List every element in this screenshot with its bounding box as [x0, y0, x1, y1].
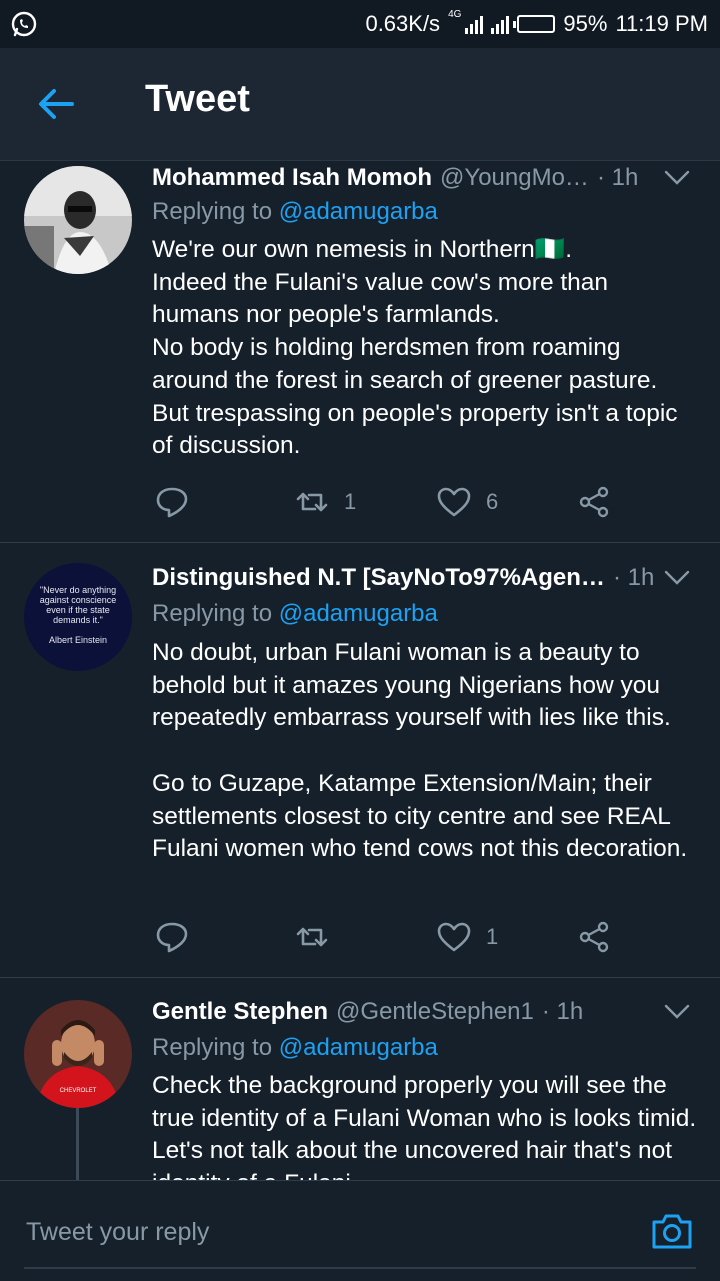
reply-bar	[0, 1180, 720, 1281]
tweet-time: · 1h	[612, 564, 655, 591]
avatar[interactable]: "Never do anything against conscience ev…	[24, 563, 132, 671]
avatar-quote: "Never do anything against conscience ev…	[39, 585, 117, 625]
replying-to: Replying to @adamugarba	[152, 600, 438, 628]
reply-underline	[24, 1267, 696, 1269]
network-speed: 0.63K/s	[365, 11, 441, 36]
retweet-icon	[296, 492, 328, 512]
arrow-left-icon[interactable]	[36, 86, 76, 122]
retweet-icon	[296, 927, 328, 947]
status-bar: 0.63K/s 4G 95% 11:19 PM	[0, 0, 720, 48]
battery-percent: 95%	[563, 11, 608, 36]
signal-icon	[465, 14, 484, 34]
mention-link[interactable]: @adamugarba	[279, 600, 438, 627]
chevron-down-icon[interactable]	[664, 1004, 690, 1020]
avatar[interactable]	[24, 166, 132, 274]
network-type: 4G	[448, 8, 462, 20]
avatar-badge: CHEVROLET	[59, 1088, 97, 1094]
app-header: Tweet	[0, 48, 720, 161]
chevron-down-icon[interactable]	[664, 570, 690, 586]
replying-label: Replying to	[152, 198, 273, 225]
retweet-button[interactable]: 1	[294, 482, 356, 522]
clock: 11:19 PM	[615, 11, 708, 36]
tweet-item[interactable]: CHEVROLET Gentle Stephen @GentleStephen1…	[0, 978, 720, 1180]
author-name[interactable]: Distinguished N.T [SayNoTo97%Agen…	[152, 564, 605, 592]
tweet-item[interactable]: "Never do anything against conscience ev…	[0, 543, 720, 978]
replying-label: Replying to	[152, 600, 273, 627]
author-name[interactable]: Mohammed Isah Momoh	[152, 164, 432, 192]
tweet-time: · 1h	[541, 998, 584, 1025]
reply-button[interactable]	[154, 482, 190, 522]
mention-link[interactable]: @adamugarba	[279, 198, 438, 225]
whatsapp-icon	[11, 11, 37, 37]
reply-icon	[156, 487, 188, 518]
author-handle[interactable]: @YoungMo…	[440, 164, 589, 192]
retweet-count: 1	[344, 489, 357, 514]
tweet-time: · 1h	[596, 164, 639, 191]
replying-label: Replying to	[152, 1034, 273, 1061]
like-button[interactable]: 6	[436, 482, 498, 522]
share-icon	[579, 486, 609, 518]
tweet-text: No doubt, urban Fulani woman is a beauty…	[152, 639, 688, 863]
share-button[interactable]	[576, 917, 612, 957]
heart-icon	[437, 487, 471, 517]
tweet-actions: 1 6	[152, 482, 622, 522]
reply-input[interactable]	[24, 1211, 628, 1253]
avatar-author: Albert Einstein	[48, 635, 108, 645]
retweet-button[interactable]	[294, 917, 344, 957]
share-button[interactable]	[576, 482, 612, 522]
tweet-text: We're our own nemesis in Northern🇳🇬. Ind…	[152, 236, 678, 460]
like-count: 6	[486, 489, 499, 514]
battery-icon	[513, 15, 556, 33]
tweet-item[interactable]: Mohammed Isah Momoh @YoungMo… · 1h Reply…	[0, 160, 720, 543]
reply-icon	[156, 922, 188, 953]
share-icon	[579, 921, 609, 953]
like-button[interactable]: 1	[436, 917, 498, 957]
replying-to: Replying to @adamugarba	[152, 1034, 438, 1062]
replying-to: Replying to @adamugarba	[152, 198, 438, 226]
tweet-text: Check the background properly you will s…	[152, 1072, 697, 1180]
thread-line	[76, 1108, 79, 1180]
like-count: 1	[486, 924, 499, 949]
reply-button[interactable]	[154, 917, 190, 957]
heart-icon	[437, 922, 471, 952]
page-title: Tweet	[145, 78, 250, 120]
author-name[interactable]: Gentle Stephen	[152, 998, 328, 1026]
tweet-actions: 1	[152, 917, 622, 957]
signal-2-icon	[491, 14, 510, 34]
mention-link[interactable]: @adamugarba	[279, 1034, 438, 1061]
author-handle[interactable]: @GentleStephen1	[336, 998, 534, 1026]
camera-icon[interactable]	[650, 1211, 694, 1251]
chevron-down-icon[interactable]	[664, 170, 690, 186]
avatar[interactable]: CHEVROLET	[24, 1000, 132, 1108]
